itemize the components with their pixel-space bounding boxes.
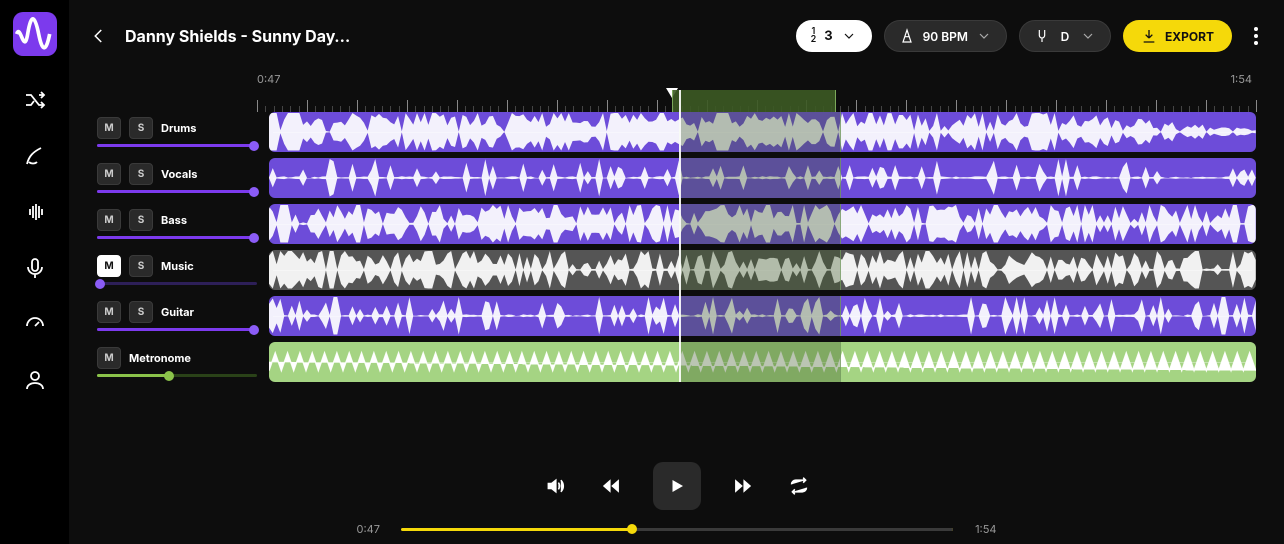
more-menu-button[interactable] xyxy=(1244,27,1268,45)
volume-slider[interactable] xyxy=(97,236,257,239)
tuning-fork-icon xyxy=(1034,28,1050,44)
loop-button[interactable] xyxy=(785,472,813,500)
timeline: 0:47 1:54 MSDrumsMSVocalsMSBassMSMusicMS… xyxy=(69,72,1284,388)
timeline-end: 1:54 xyxy=(1231,72,1252,86)
waveform-lane[interactable] xyxy=(269,112,1256,152)
volume-slider[interactable] xyxy=(97,282,257,285)
mute-button[interactable]: M xyxy=(97,117,121,139)
seek-handle[interactable] xyxy=(627,524,637,534)
total-time: 1:54 xyxy=(965,522,997,536)
tempo-value: 90 BPM xyxy=(923,29,968,44)
track-name: Drums xyxy=(161,121,196,135)
back-button[interactable] xyxy=(85,22,113,50)
mute-button[interactable]: M xyxy=(97,255,121,277)
song-title: Danny Shields - Sunny Day… xyxy=(125,26,350,46)
solo-button[interactable]: S xyxy=(129,117,153,139)
current-time: 0:47 xyxy=(357,522,389,536)
metronome-icon xyxy=(899,28,915,44)
ruler[interactable] xyxy=(257,90,1256,112)
solo-button[interactable]: S xyxy=(129,255,153,277)
seek-bar[interactable] xyxy=(401,528,953,531)
nav-profile-icon[interactable] xyxy=(23,368,47,392)
mute-button[interactable]: M xyxy=(97,301,121,323)
chevron-down-icon xyxy=(1080,28,1096,44)
track-name: Bass xyxy=(161,213,187,227)
download-icon xyxy=(1141,28,1157,44)
count-in-selector[interactable]: 12 3 xyxy=(796,20,872,52)
track-row: M Metronome xyxy=(97,342,1256,382)
loop-region[interactable] xyxy=(672,90,837,112)
chevron-down-icon xyxy=(841,28,857,44)
key-selector[interactable]: D xyxy=(1019,20,1111,52)
volume-slider[interactable] xyxy=(97,374,257,377)
count-in-value: 3 xyxy=(824,28,832,44)
waveform-lane[interactable] xyxy=(269,250,1256,290)
app-logo xyxy=(13,12,57,56)
volume-slider[interactable] xyxy=(97,190,257,193)
waveform-lane[interactable] xyxy=(269,204,1256,244)
rewind-button[interactable] xyxy=(597,472,625,500)
topbar: Danny Shields - Sunny Day… 12 3 90 BPM D… xyxy=(69,0,1284,72)
play-button[interactable] xyxy=(653,462,701,510)
track-row: MS Drums xyxy=(97,112,1256,152)
tracks: MSDrumsMSVocalsMSBassMSMusicMSGuitarMMet… xyxy=(97,112,1256,382)
waveform-lane[interactable] xyxy=(269,296,1256,336)
waveform-lane[interactable] xyxy=(269,158,1256,198)
track-row: MS Guitar xyxy=(97,296,1256,336)
volume-button[interactable] xyxy=(541,472,569,500)
track-name: Vocals xyxy=(161,167,197,181)
timeline-start: 0:47 xyxy=(257,72,280,86)
solo-button[interactable]: S xyxy=(129,209,153,231)
chevron-down-icon xyxy=(976,28,992,44)
volume-slider[interactable] xyxy=(97,328,257,331)
transport: 0:47 1:54 xyxy=(69,442,1284,544)
track-name: Guitar xyxy=(161,305,194,319)
track-row: MS Bass xyxy=(97,204,1256,244)
mute-button[interactable]: M xyxy=(97,163,121,185)
tempo-selector[interactable]: 90 BPM xyxy=(884,20,1007,52)
key-value: D xyxy=(1058,29,1072,44)
mute-button[interactable]: M xyxy=(97,347,121,369)
export-button[interactable]: EXPORT xyxy=(1123,20,1232,52)
sidebar xyxy=(0,0,69,544)
waveform-icon xyxy=(13,12,57,56)
track-row: MS Vocals xyxy=(97,158,1256,198)
nav-shuffle-icon[interactable] xyxy=(23,88,47,112)
track-name: Metronome xyxy=(129,351,191,365)
nav-mic-icon[interactable] xyxy=(23,256,47,280)
nav-equalizer-icon[interactable] xyxy=(23,200,47,224)
solo-button[interactable]: S xyxy=(129,301,153,323)
forward-button[interactable] xyxy=(729,472,757,500)
nav-speed-icon[interactable] xyxy=(23,312,47,336)
solo-button[interactable]: S xyxy=(129,163,153,185)
track-name: Music xyxy=(161,259,194,273)
nav-brush-icon[interactable] xyxy=(23,144,47,168)
mute-button[interactable]: M xyxy=(97,209,121,231)
track-row: MS Music xyxy=(97,250,1256,290)
volume-slider[interactable] xyxy=(97,144,257,147)
waveform-lane[interactable] xyxy=(269,342,1256,382)
